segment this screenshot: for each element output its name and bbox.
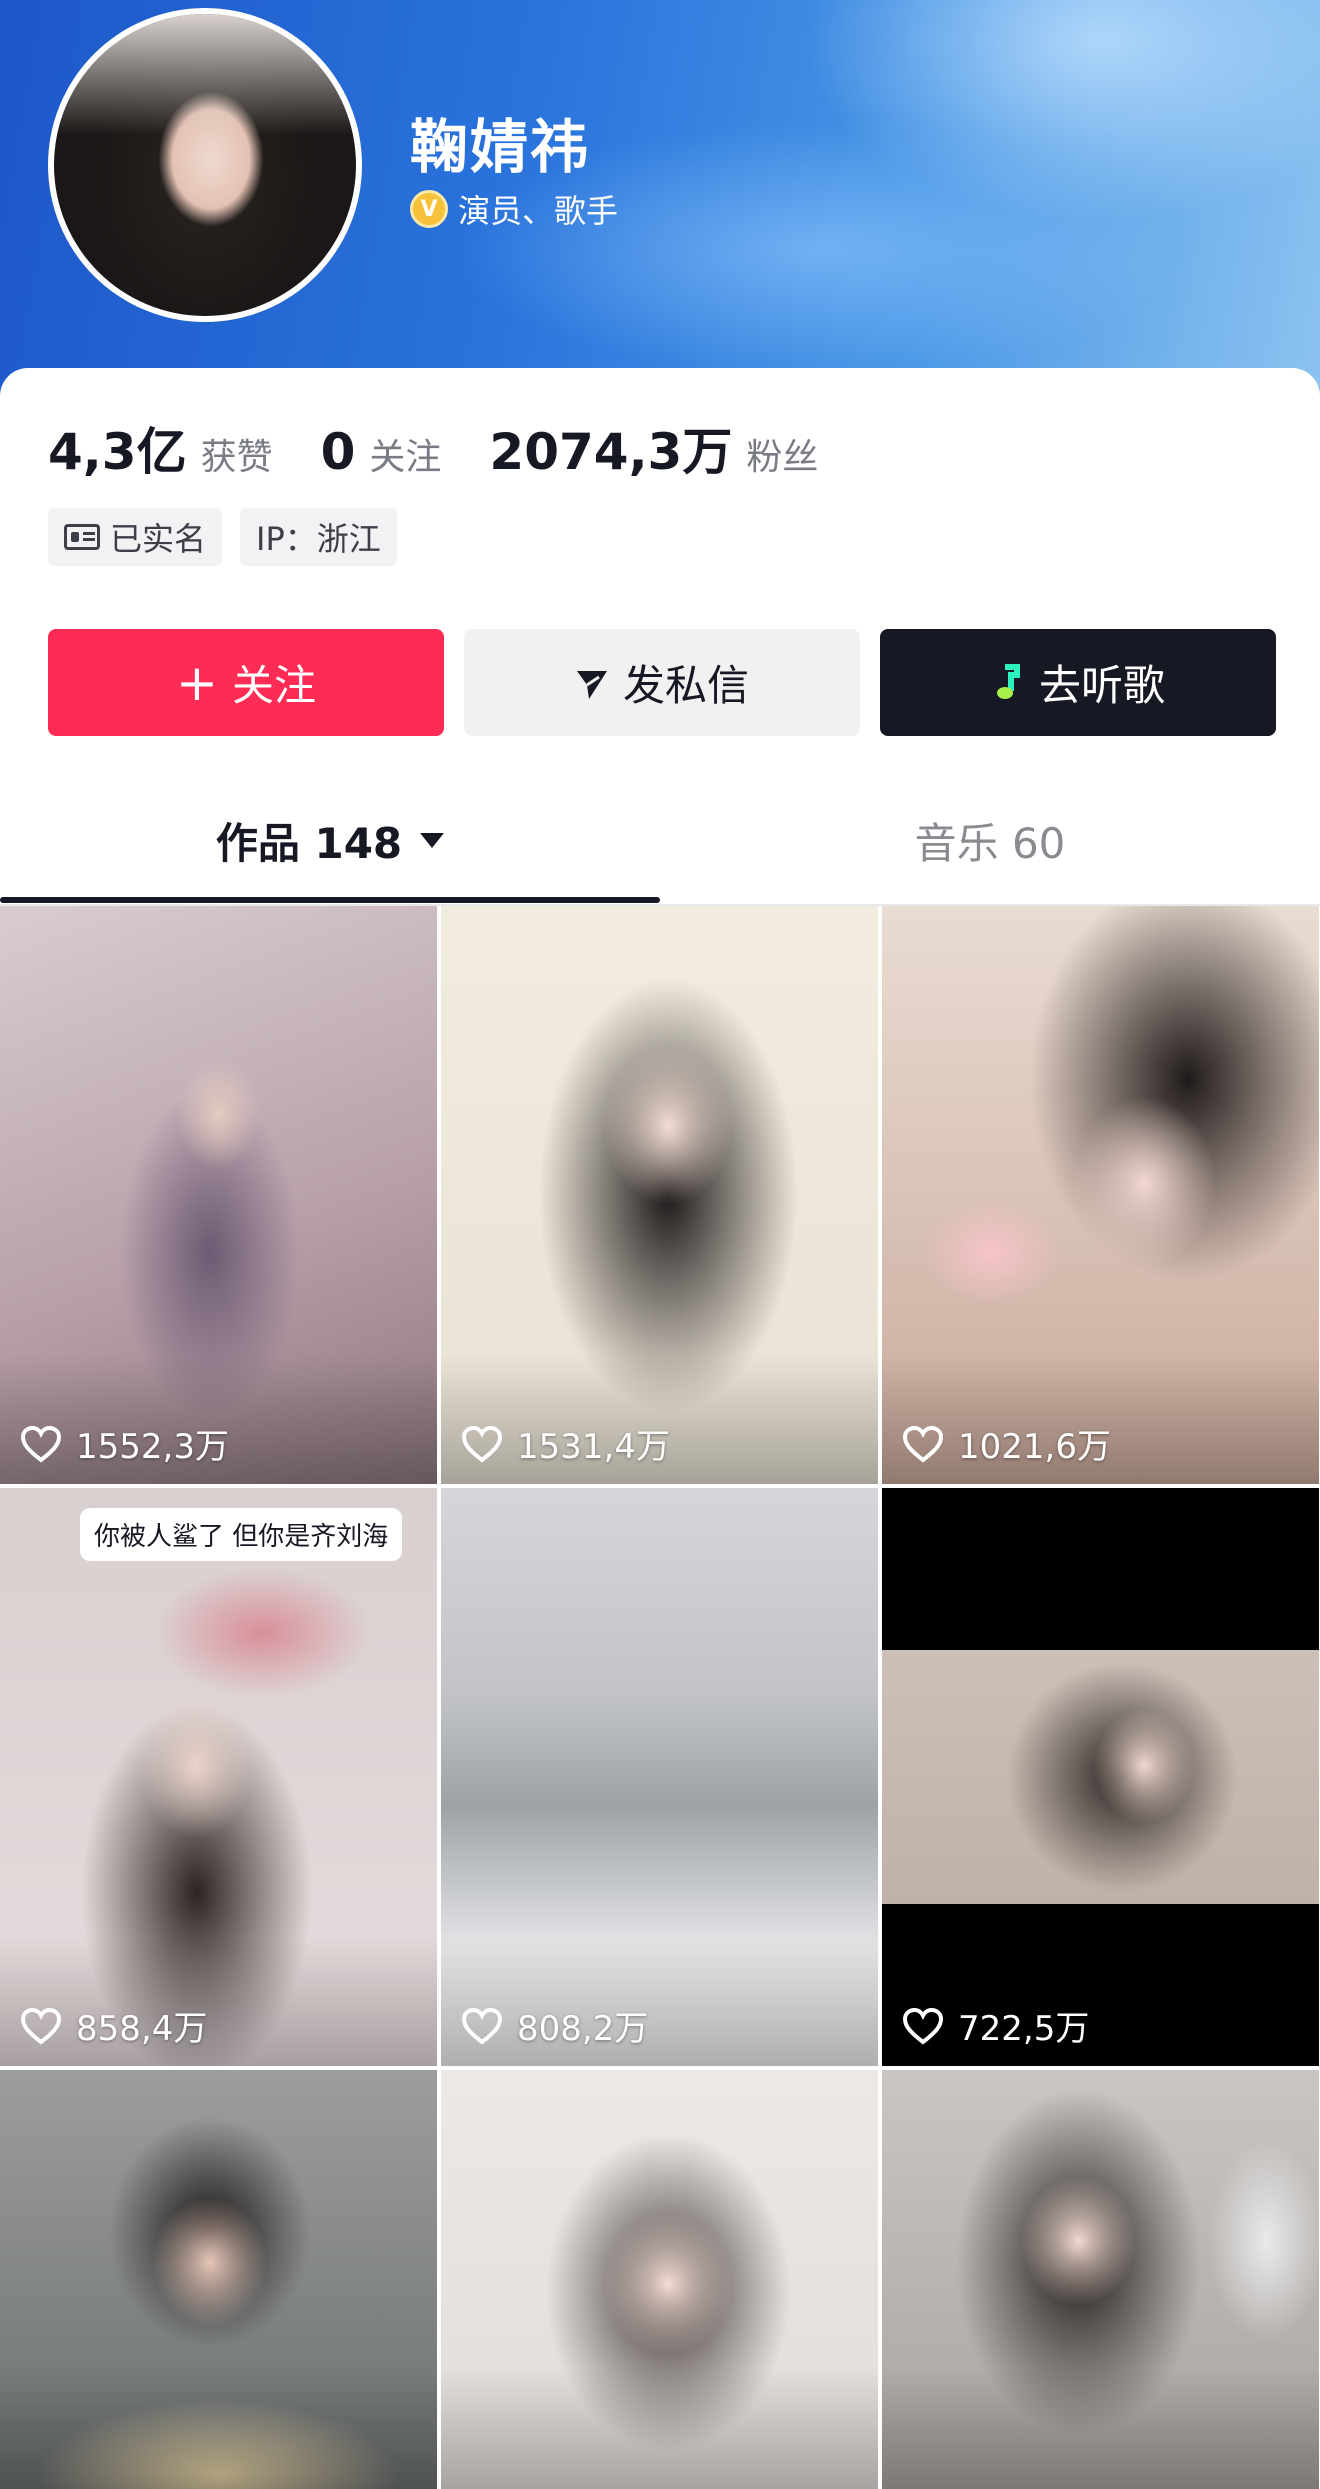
like-count-value: 1021,6万 [958,1427,1111,1467]
like-count: 722,5万 [902,2001,1089,2050]
listen-music-button[interactable]: 去听歌 [880,629,1276,736]
follow-label: 关注 [231,661,316,710]
avatar-image [54,14,356,316]
content-tabs: 作品 148 音乐 60 [0,780,1320,906]
realname-label: 已实名 [110,520,207,558]
music-note-icon [996,663,1020,699]
realname-tag: 已实名 [48,508,223,566]
send-icon [576,670,607,699]
heart-icon [20,1425,62,1463]
like-count-value: 1552,3万 [76,1427,229,1467]
video-grid: 1552,3万 1531,4万 1021,6万 你被人鲨了 但你是齐刘海 858… [0,906,1320,2489]
stat-likes-label: 获赞 [200,437,273,478]
ip-location-label: IP：浙江 [256,520,381,558]
tab-music-label: 音乐 60 [914,818,1066,868]
heart-icon [902,2007,944,2045]
action-buttons: + 关注 发私信 去听歌 [48,629,1276,736]
id-card-icon [64,524,100,550]
video-thumbnail[interactable] [0,2070,437,2489]
like-count: 1552,3万 [20,1419,229,1468]
caret-down-icon[interactable] [420,832,445,848]
verification-row: V 演员、歌手 [410,186,618,232]
like-count-value: 858,4万 [76,2009,208,2049]
like-count-value: 722,5万 [958,2009,1090,2049]
stat-followers-label: 粉丝 [746,437,819,478]
video-thumbnail[interactable] [441,2070,878,2489]
stat-following-value: 0 [320,423,356,481]
stat-following-label: 关注 [369,437,442,478]
stat-likes: 4,3亿 获赞 [48,412,273,484]
heart-icon [20,2007,62,2045]
message-button[interactable]: 发私信 [464,629,860,736]
stat-followers-value: 2074,3万 [489,423,733,481]
like-count: 808,2万 [461,2001,648,2050]
verification-text: 演员、歌手 [458,192,619,230]
video-thumbnail[interactable] [882,2070,1319,2489]
active-tab-indicator [0,897,660,903]
video-thumbnail[interactable]: 722,5万 [882,1488,1319,2066]
stat-likes-value: 4,3亿 [48,423,187,481]
profile-name: 鞠婧祎 [410,113,591,181]
video-thumbnail[interactable]: 1552,3万 [0,906,437,1484]
stat-followers[interactable]: 2074,3万 粉丝 [489,412,818,484]
tab-music[interactable]: 音乐 60 [660,780,1320,900]
tab-works[interactable]: 作品 148 [0,780,660,900]
profile-tags: 已实名 IP：浙江 [48,508,397,566]
stat-following[interactable]: 0 关注 [321,423,442,481]
plus-icon: + [176,653,218,712]
stats-row: 4,3亿 获赞 0 关注 2074,3万 粉丝 [48,412,866,484]
like-count: 1531,4万 [461,1419,670,1468]
ip-location-tag: IP：浙江 [240,508,397,566]
verified-icon: V [410,190,448,228]
heart-icon [461,2007,503,2045]
heart-icon [902,1425,944,1463]
video-thumbnail[interactable]: 1021,6万 [882,906,1319,1484]
tab-works-label: 作品 148 [215,818,403,868]
like-count: 1021,6万 [902,1419,1111,1468]
listen-music-label: 去听歌 [1038,661,1165,710]
profile-avatar[interactable] [48,8,362,322]
video-thumbnail[interactable]: 808,2万 [441,1488,878,2066]
video-thumbnail[interactable]: 1531,4万 [441,906,878,1484]
video-thumbnail[interactable]: 你被人鲨了 但你是齐刘海 858,4万 [0,1488,437,2066]
like-count-value: 808,2万 [517,2009,649,2049]
message-label: 发私信 [622,661,749,710]
like-count-value: 1531,4万 [517,1427,670,1467]
heart-icon [461,1425,503,1463]
video-caption: 你被人鲨了 但你是齐刘海 [80,1508,403,1561]
like-count: 858,4万 [20,2001,207,2050]
follow-button[interactable]: + 关注 [48,629,444,736]
